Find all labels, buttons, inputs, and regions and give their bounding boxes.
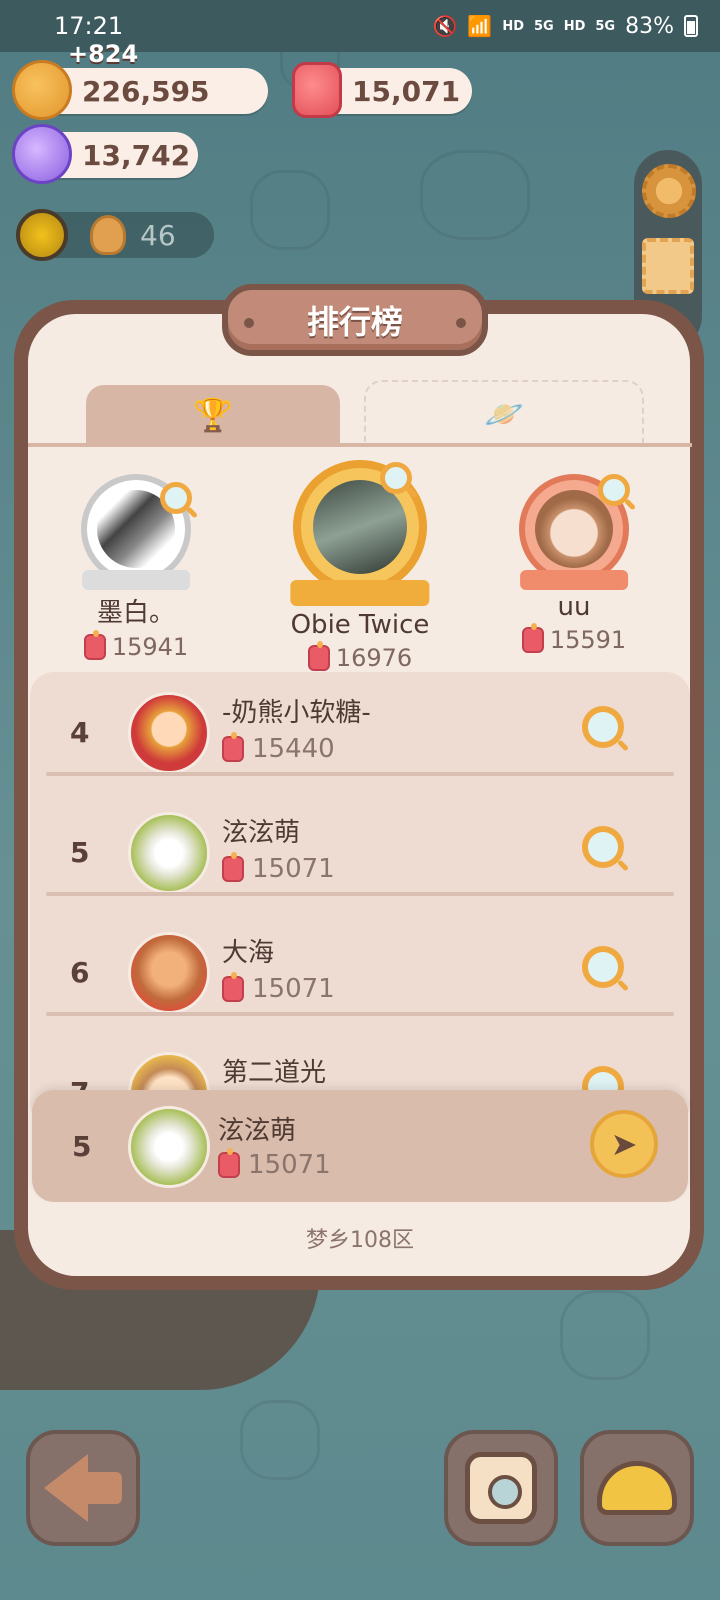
candle-icon [222, 972, 244, 1002]
leaderboard-title: 排行榜 [306, 303, 403, 341]
candle-icon [222, 732, 244, 762]
avatar [128, 692, 210, 774]
podium-rank-1[interactable]: Obie Twice 16976 [260, 460, 460, 672]
back-button[interactable] [26, 1430, 140, 1546]
hard-hat-icon [597, 1461, 677, 1515]
hd-icon: HD [563, 18, 586, 34]
inspect-icon[interactable] [598, 474, 630, 506]
podium-score: 16976 [260, 641, 460, 672]
leaderboard-title-plaque: 排行榜 [222, 284, 488, 356]
gingerbread-icon [90, 215, 126, 255]
gear-icon[interactable] [642, 164, 696, 218]
status-time: 17:21 [54, 12, 124, 40]
rank-number: 4 [70, 716, 90, 749]
tab-planet[interactable]: 🪐 [364, 380, 644, 446]
player-score: 15071 [222, 852, 335, 884]
inspect-icon[interactable] [582, 826, 624, 868]
player-name: 泫泫萌 [222, 818, 301, 848]
inspect-icon[interactable] [160, 482, 192, 514]
candle-counter[interactable]: 15,071 [292, 62, 472, 118]
candle-icon [222, 852, 244, 882]
camera-icon [465, 1452, 537, 1524]
podium-score: 15941 [36, 630, 236, 661]
signal-5g-icon: 5G [533, 18, 554, 34]
rank-number: 5 [70, 836, 90, 869]
sun-icon [16, 209, 68, 261]
candle-icon [83, 630, 106, 660]
sun-counter[interactable]: 46 [16, 209, 214, 261]
mute-icon: 🔇 [432, 14, 458, 38]
battery-percent: 83% [625, 13, 674, 39]
candle-icon [218, 1148, 240, 1178]
stamp-icon[interactable] [642, 238, 694, 294]
send-button[interactable]: ➤ [590, 1110, 658, 1178]
player-score: 15071 [218, 1148, 331, 1180]
rank-number: 6 [70, 956, 90, 989]
server-name: 梦乡108区 [306, 1228, 414, 1253]
inspect-icon[interactable] [582, 706, 624, 748]
candy-icon [12, 124, 72, 184]
wifi-icon: 📶 [467, 14, 493, 38]
player-score: 15440 [222, 732, 335, 764]
inspect-icon[interactable] [582, 946, 624, 988]
candle-icon [307, 641, 330, 671]
player-name: -奶熊小软糖- [222, 698, 371, 728]
player-name: 大海 [222, 938, 275, 968]
my-rank-row[interactable]: 5 泫泫萌 15071 ➤ [32, 1090, 688, 1202]
candy-counter[interactable]: 13,742 [12, 124, 198, 184]
avatar [128, 812, 210, 894]
hat-button[interactable] [580, 1430, 694, 1546]
cookie-gain: +824 [68, 40, 139, 68]
signal-5g-icon: 5G [595, 18, 616, 34]
avatar [534, 489, 614, 569]
camera-button[interactable] [444, 1430, 558, 1546]
podium-name: Obie Twice [290, 610, 430, 640]
trophy-icon: 🏆 [193, 396, 233, 434]
planet-icon: 🪐 [484, 395, 524, 433]
podium-rank-2[interactable]: 墨白。 15941 [36, 460, 236, 661]
arrow-left-icon [44, 1454, 88, 1522]
cookie-icon [12, 60, 72, 120]
player-name: 泫泫萌 [218, 1116, 297, 1146]
candle-icon [292, 62, 342, 118]
sun-count: 46 [140, 218, 176, 252]
avatar [312, 479, 408, 575]
hd-icon: HD [502, 18, 524, 34]
inspect-icon[interactable] [380, 462, 412, 494]
player-score: 15071 [222, 972, 335, 1004]
ranking-list[interactable]: 4 -奶熊小软糖- 15440 5 泫泫萌 15071 6 大海 15071 7 [30, 672, 690, 1128]
avatar [128, 932, 210, 1014]
candle-icon [521, 623, 544, 653]
podium-score: 15591 [474, 623, 674, 654]
avatar [128, 1106, 210, 1188]
paper-plane-icon: ➤ [610, 1125, 638, 1163]
tab-trophy[interactable]: 🏆 [86, 385, 340, 445]
cookie-counter[interactable]: 226,595 [12, 60, 268, 120]
player-name: 第二道光 [222, 1058, 327, 1088]
podium-rank-3[interactable]: uu 15591 [474, 460, 674, 654]
podium-name: uu [557, 592, 591, 622]
rank-number: 5 [72, 1130, 92, 1163]
podium-name: 墨白。 [96, 598, 175, 628]
battery-icon [684, 15, 698, 37]
